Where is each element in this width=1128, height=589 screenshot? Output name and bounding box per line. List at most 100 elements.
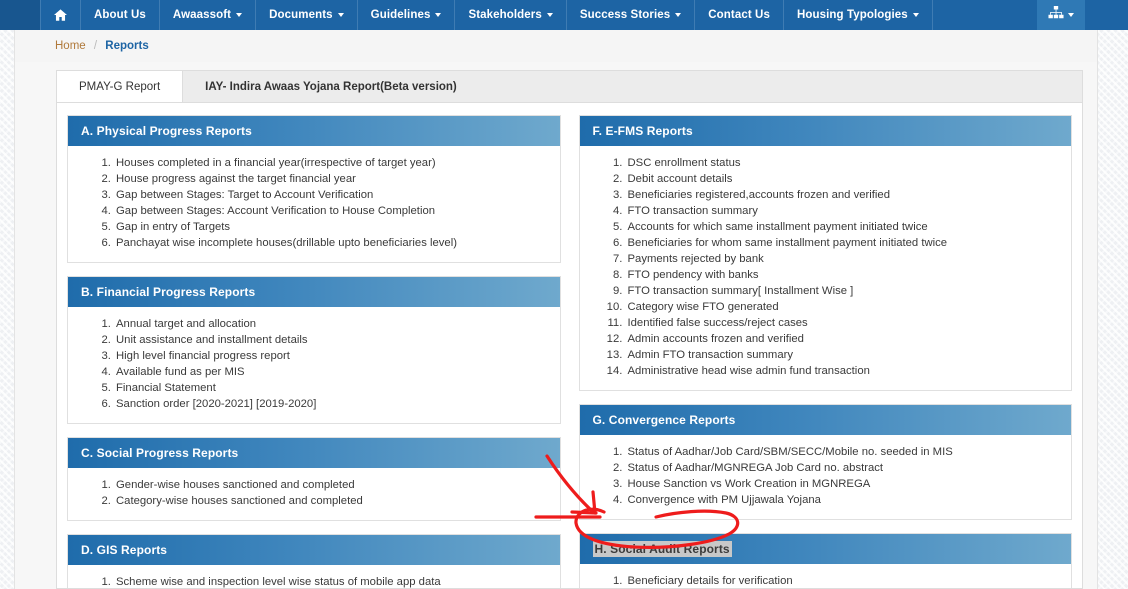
list-item[interactable]: Payments rejected by bank: [626, 251, 1062, 267]
list-item[interactable]: Scheme wise and inspection level wise st…: [114, 574, 550, 588]
list-item[interactable]: DSC enrollment status: [626, 155, 1062, 171]
nav-item-label: Housing Typologies: [796, 9, 908, 21]
report-list: Gender-wise houses sanctioned and comple…: [68, 477, 560, 509]
list-item[interactable]: Category-wise houses sanctioned and comp…: [114, 493, 550, 509]
list-item[interactable]: Category wise FTO generated: [626, 299, 1062, 315]
list-item[interactable]: Administrative head wise admin fund tran…: [626, 363, 1062, 379]
breadcrumb-separator: /: [93, 40, 98, 52]
panel-header[interactable]: D. GIS Reports: [68, 535, 560, 565]
panel-header[interactable]: B. Financial Progress Reports: [68, 277, 560, 307]
tab-iay-report[interactable]: IAY- Indira Awaas Yojana Report(Beta ver…: [183, 71, 479, 102]
panel-body: Status of Aadhar/Job Card/SBM/SECC/Mobil…: [580, 435, 1072, 519]
list-item[interactable]: Gap between Stages: Account Verification…: [114, 203, 550, 219]
reports-content: A. Physical Progress Reports Houses comp…: [56, 102, 1083, 589]
right-report-column: F. E-FMS Reports DSC enrollment status D…: [578, 115, 1072, 588]
nav-item-guidelines[interactable]: Guidelines: [358, 0, 456, 30]
nav-item-success-stories[interactable]: Success Stories: [567, 0, 696, 30]
panel-title: D. GIS Reports: [81, 543, 168, 557]
list-item[interactable]: Sanction order [2020-2021] [2019-2020]: [114, 396, 550, 412]
report-tabs: PMAY-G Report IAY- Indira Awaas Yojana R…: [56, 70, 1083, 102]
list-item[interactable]: Debit account details: [626, 171, 1062, 187]
list-item[interactable]: High level financial progress report: [114, 348, 550, 364]
nav-item-stakeholders[interactable]: Stakeholders: [455, 0, 567, 30]
nav-item-label: Documents: [269, 9, 333, 21]
list-item[interactable]: Panchayat wise incomplete houses(drillab…: [114, 235, 550, 251]
panel-social-audit-reports: H. Social Audit Reports Beneficiary deta…: [578, 533, 1072, 588]
reports-columns: A. Physical Progress Reports Houses comp…: [67, 115, 1072, 588]
nav-item-label: Success Stories: [579, 9, 671, 21]
list-item[interactable]: Admin FTO transaction summary: [626, 347, 1062, 363]
nav-item-housing-typologies[interactable]: Housing Typologies: [784, 0, 933, 30]
list-item[interactable]: Accounts for which same installment paym…: [626, 219, 1062, 235]
nav-item-label: Contact Us: [708, 9, 770, 21]
chevron-down-icon: [912, 13, 919, 17]
sitemap-menu-button[interactable]: [1037, 0, 1085, 30]
panel-body: Annual target and allocation Unit assist…: [68, 307, 560, 423]
list-item[interactable]: Beneficiaries registered,accounts frozen…: [626, 187, 1062, 203]
list-item[interactable]: Status of Aadhar/Job Card/SBM/SECC/Mobil…: [626, 444, 1062, 460]
report-list: Beneficiary details for verification: [580, 573, 1072, 588]
chevron-down-icon: [435, 13, 442, 17]
nav-item-awaassoft[interactable]: Awaassoft: [160, 0, 257, 30]
left-report-column: A. Physical Progress Reports Houses comp…: [67, 115, 561, 588]
list-item[interactable]: House progress against the target financ…: [114, 171, 550, 187]
nav-item-documents[interactable]: Documents: [256, 0, 358, 30]
list-item[interactable]: Houses completed in a financial year(irr…: [114, 155, 550, 171]
list-item[interactable]: Admin accounts frozen and verified: [626, 331, 1062, 347]
report-list: Annual target and allocation Unit assist…: [68, 316, 560, 412]
breadcrumb-home-link[interactable]: Home: [55, 40, 86, 52]
panel-header-social-audit[interactable]: H. Social Audit Reports: [579, 534, 1071, 564]
chevron-down-icon: [546, 13, 553, 17]
panel-title: B. Financial Progress Reports: [81, 285, 256, 299]
list-item[interactable]: Available fund as per MIS: [114, 364, 550, 380]
tabs-wrapper: PMAY-G Report IAY- Indira Awaas Yojana R…: [15, 62, 1097, 102]
panel-efms-reports: F. E-FMS Reports DSC enrollment status D…: [578, 115, 1072, 391]
list-item[interactable]: Status of Aadhar/MGNREGA Job Card no. ab…: [626, 460, 1062, 476]
panel-header[interactable]: A. Physical Progress Reports: [68, 116, 560, 146]
tab-pmay-g-report[interactable]: PMAY-G Report: [57, 71, 184, 102]
panel-header[interactable]: C. Social Progress Reports: [68, 438, 560, 468]
list-item[interactable]: FTO pendency with banks: [626, 267, 1062, 283]
nav-item-label: Stakeholders: [468, 9, 542, 21]
page-container: Home / Reports PMAY-G Report IAY- Indira…: [14, 30, 1098, 589]
nav-item-contact-us[interactable]: Contact Us: [695, 0, 784, 30]
list-item[interactable]: Beneficiary details for verification: [626, 573, 1062, 588]
panel-body: DSC enrollment status Debit account deta…: [580, 146, 1072, 390]
list-item[interactable]: Identified false success/reject cases: [626, 315, 1062, 331]
panel-body: Gender-wise houses sanctioned and comple…: [68, 468, 560, 520]
list-item[interactable]: FTO transaction summary[ Installment Wis…: [626, 283, 1062, 299]
panel-gis-reports: D. GIS Reports Scheme wise and inspectio…: [67, 534, 561, 588]
list-item[interactable]: Convergence with PM Ujjawala Yojana: [626, 492, 1062, 508]
panel-financial-progress-reports: B. Financial Progress Reports Annual tar…: [67, 276, 561, 424]
nav-item-label: About Us: [94, 9, 146, 21]
panel-body: Houses completed in a financial year(irr…: [68, 146, 560, 262]
breadcrumb-current-reports[interactable]: Reports: [105, 40, 148, 52]
list-item[interactable]: House Sanction vs Work Creation in MGNRE…: [626, 476, 1062, 492]
list-item[interactable]: Financial Statement: [114, 380, 550, 396]
list-item[interactable]: Beneficiaries for whom same installment …: [626, 235, 1062, 251]
list-item[interactable]: Gender-wise houses sanctioned and comple…: [114, 477, 550, 493]
list-item[interactable]: Gap in entry of Targets: [114, 219, 550, 235]
list-item[interactable]: Unit assistance and installment details: [114, 332, 550, 348]
report-list: Scheme wise and inspection level wise st…: [68, 574, 560, 588]
nav-item-label: Awaassoft: [172, 9, 232, 21]
chevron-down-icon: [675, 13, 682, 17]
panel-physical-progress-reports: A. Physical Progress Reports Houses comp…: [67, 115, 561, 263]
panel-title: A. Physical Progress Reports: [81, 124, 252, 138]
chevron-down-icon: [337, 13, 344, 17]
chevron-down-icon: [1068, 13, 1074, 17]
report-list: DSC enrollment status Debit account deta…: [580, 155, 1072, 379]
nav-item-about-us[interactable]: About Us: [81, 0, 160, 30]
panel-title: C. Social Progress Reports: [81, 446, 239, 460]
sitemap-icon: [1048, 5, 1064, 25]
nav-item-label: Guidelines: [370, 9, 431, 21]
list-item[interactable]: FTO transaction summary: [626, 203, 1062, 219]
tab-label: IAY- Indira Awaas Yojana Report(Beta ver…: [205, 80, 457, 93]
panel-header[interactable]: F. E-FMS Reports: [579, 116, 1071, 146]
panel-header[interactable]: G. Convergence Reports: [579, 405, 1071, 435]
navbar-left-spacer: [0, 0, 40, 30]
nav-item-home[interactable]: [40, 0, 81, 30]
panel-title: G. Convergence Reports: [592, 413, 736, 427]
list-item[interactable]: Gap between Stages: Target to Account Ve…: [114, 187, 550, 203]
list-item[interactable]: Annual target and allocation: [114, 316, 550, 332]
